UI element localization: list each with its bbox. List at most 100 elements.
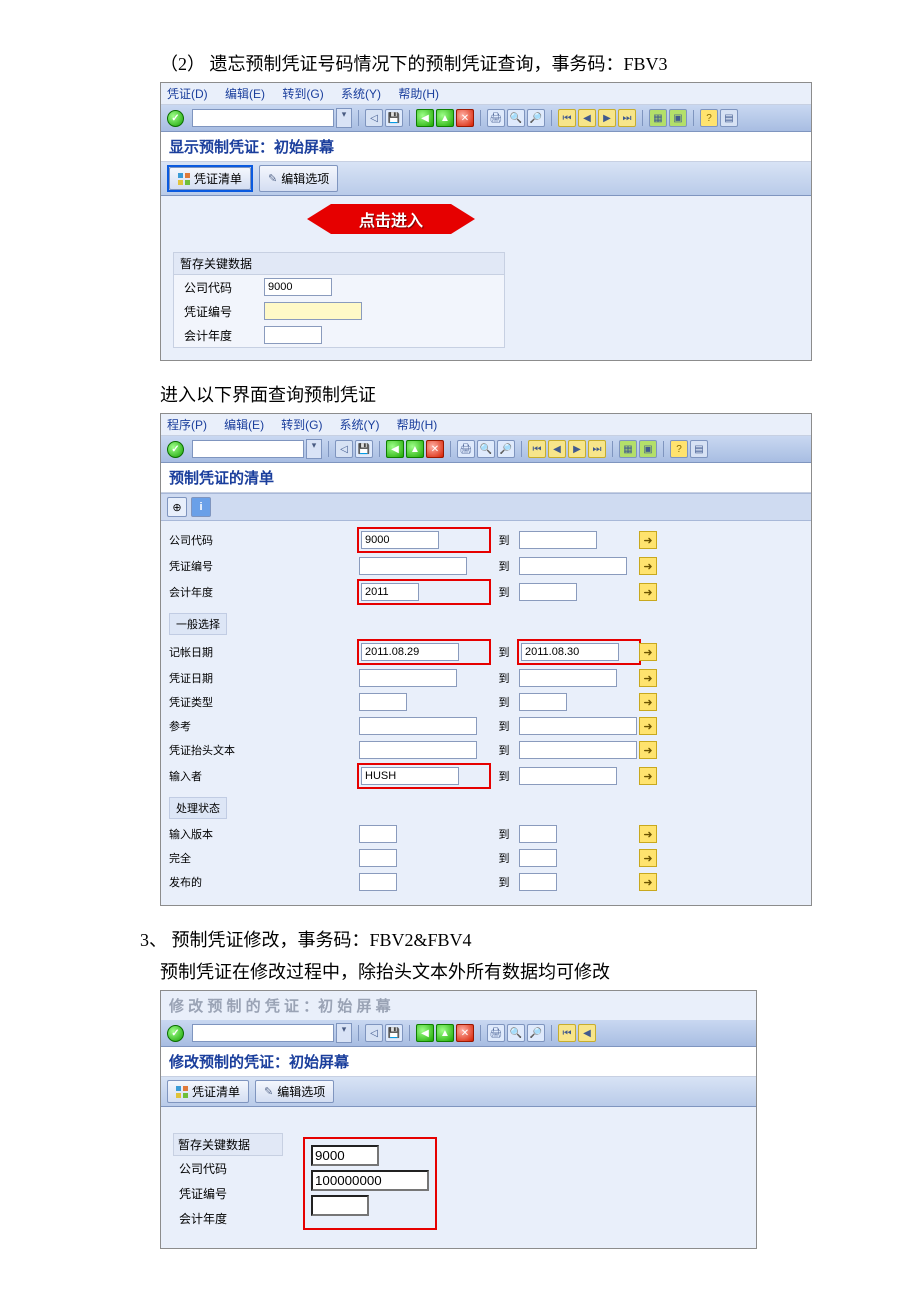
input-fiscal-year[interactable] bbox=[264, 326, 322, 344]
command-field[interactable] bbox=[192, 1024, 334, 1042]
input-reference-to[interactable] bbox=[519, 717, 637, 735]
next-page-icon[interactable]: ▶ bbox=[568, 440, 586, 458]
input-complete-from[interactable] bbox=[359, 849, 397, 867]
session-overview-icon[interactable]: ▦ bbox=[619, 440, 637, 458]
command-field[interactable] bbox=[192, 440, 304, 458]
multi-select-icon[interactable]: ➜ bbox=[639, 767, 657, 785]
input-doc-number-to[interactable] bbox=[519, 557, 627, 575]
command-dropdown-icon[interactable]: ▾ bbox=[336, 108, 352, 128]
input-posting-date-to[interactable] bbox=[521, 643, 619, 661]
menu-edit[interactable]: 编辑(E) bbox=[224, 418, 264, 432]
input-header-text-from[interactable] bbox=[359, 741, 477, 759]
input-doc-date-to[interactable] bbox=[519, 669, 617, 687]
input-complete-to[interactable] bbox=[519, 849, 557, 867]
input-company-code-to[interactable] bbox=[519, 531, 597, 549]
cancel-icon[interactable]: ✕ bbox=[426, 440, 444, 458]
find-icon[interactable]: 🔍 bbox=[477, 440, 495, 458]
enter-icon[interactable]: ✓ bbox=[167, 1025, 184, 1042]
back-icon[interactable]: ◀ bbox=[386, 440, 404, 458]
info-icon[interactable]: i bbox=[191, 497, 211, 517]
edit-options-button[interactable]: ✎ 编辑选项 bbox=[255, 1080, 334, 1103]
back-icon[interactable]: ◀ bbox=[416, 109, 434, 127]
multi-select-icon[interactable]: ➜ bbox=[639, 825, 657, 843]
enter-icon[interactable]: ✓ bbox=[167, 441, 184, 458]
multi-select-icon[interactable]: ➜ bbox=[639, 531, 657, 549]
help-icon[interactable]: ? bbox=[670, 440, 688, 458]
print-icon[interactable]: 🖨 bbox=[457, 440, 475, 458]
menu-help[interactable]: 帮助(H) bbox=[398, 87, 439, 101]
input-company-code[interactable] bbox=[264, 278, 332, 296]
multi-select-icon[interactable]: ➜ bbox=[639, 557, 657, 575]
input-doc-number[interactable] bbox=[311, 1170, 429, 1191]
prev-page-icon[interactable]: ◀ bbox=[578, 1024, 596, 1042]
input-entered-by-from[interactable] bbox=[361, 767, 459, 785]
prev-page-icon[interactable]: ◀ bbox=[578, 109, 596, 127]
input-version-from[interactable] bbox=[359, 825, 397, 843]
back-icon[interactable]: ◀ bbox=[416, 1024, 434, 1042]
new-session-icon[interactable]: ▣ bbox=[669, 109, 687, 127]
input-entered-by-to[interactable] bbox=[519, 767, 617, 785]
menu-goto[interactable]: 转到(G) bbox=[282, 87, 323, 101]
multi-select-icon[interactable]: ➜ bbox=[639, 583, 657, 601]
exit-icon[interactable]: ▲ bbox=[436, 109, 454, 127]
input-fiscal-year-to[interactable] bbox=[519, 583, 577, 601]
input-doc-type-from[interactable] bbox=[359, 693, 407, 711]
menu-goto[interactable]: 转到(G) bbox=[281, 418, 322, 432]
input-version-to[interactable] bbox=[519, 825, 557, 843]
new-session-icon[interactable]: ▣ bbox=[639, 440, 657, 458]
command-dropdown-icon[interactable]: ▾ bbox=[336, 1023, 352, 1043]
menu-program[interactable]: 程序(P) bbox=[167, 418, 207, 432]
find-icon[interactable]: 🔍 bbox=[507, 1024, 525, 1042]
exit-icon[interactable]: ▲ bbox=[436, 1024, 454, 1042]
save-icon[interactable]: 💾 bbox=[385, 1024, 403, 1042]
input-released-from[interactable] bbox=[359, 873, 397, 891]
enter-icon[interactable]: ✓ bbox=[167, 110, 184, 127]
find-next-icon[interactable]: 🔎 bbox=[527, 1024, 545, 1042]
last-page-icon[interactable]: ⏭ bbox=[588, 440, 606, 458]
menu-edit[interactable]: 编辑(E) bbox=[225, 87, 265, 101]
multi-select-icon[interactable]: ➜ bbox=[639, 669, 657, 687]
save-icon[interactable]: 💾 bbox=[385, 109, 403, 127]
prev-page-icon[interactable]: ◀ bbox=[548, 440, 566, 458]
input-reference-from[interactable] bbox=[359, 717, 477, 735]
multi-select-icon[interactable]: ➜ bbox=[639, 643, 657, 661]
first-page-icon[interactable]: ⏮ bbox=[558, 1024, 576, 1042]
cancel-icon[interactable]: ✕ bbox=[456, 109, 474, 127]
first-page-icon[interactable]: ⏮ bbox=[528, 440, 546, 458]
input-header-text-to[interactable] bbox=[519, 741, 637, 759]
input-doc-date-from[interactable] bbox=[359, 669, 457, 687]
layout-menu-icon[interactable]: ▤ bbox=[690, 440, 708, 458]
layout-menu-icon[interactable]: ▤ bbox=[720, 109, 738, 127]
multi-select-icon[interactable]: ➜ bbox=[639, 717, 657, 735]
print-icon[interactable]: 🖨 bbox=[487, 1024, 505, 1042]
exit-icon[interactable]: ▲ bbox=[406, 440, 424, 458]
save-icon[interactable]: 💾 bbox=[355, 440, 373, 458]
back-dim-icon[interactable]: ◁ bbox=[365, 109, 383, 127]
multi-select-icon[interactable]: ➜ bbox=[639, 849, 657, 867]
doc-list-button[interactable]: 凭证清单 bbox=[167, 1080, 249, 1103]
multi-select-icon[interactable]: ➜ bbox=[639, 873, 657, 891]
command-dropdown-icon[interactable]: ▾ bbox=[306, 439, 322, 459]
execute-icon[interactable]: ⊕ bbox=[167, 497, 187, 517]
input-posting-date-from[interactable] bbox=[361, 643, 459, 661]
find-icon[interactable]: 🔍 bbox=[507, 109, 525, 127]
cancel-icon[interactable]: ✕ bbox=[456, 1024, 474, 1042]
menu-system[interactable]: 系统(Y) bbox=[340, 418, 380, 432]
input-doc-type-to[interactable] bbox=[519, 693, 567, 711]
menu-document[interactable]: 凭证(D) bbox=[167, 87, 208, 101]
input-doc-number[interactable] bbox=[264, 302, 362, 320]
multi-select-icon[interactable]: ➜ bbox=[639, 741, 657, 759]
multi-select-icon[interactable]: ➜ bbox=[639, 693, 657, 711]
edit-options-button[interactable]: ✎ 编辑选项 bbox=[259, 165, 338, 192]
find-next-icon[interactable]: 🔎 bbox=[497, 440, 515, 458]
input-company-code-from[interactable] bbox=[361, 531, 439, 549]
input-fiscal-year-from[interactable] bbox=[361, 583, 419, 601]
print-icon[interactable]: 🖨 bbox=[487, 109, 505, 127]
menu-help[interactable]: 帮助(H) bbox=[397, 418, 438, 432]
input-fiscal-year[interactable] bbox=[311, 1195, 369, 1216]
input-released-to[interactable] bbox=[519, 873, 557, 891]
find-next-icon[interactable]: 🔎 bbox=[527, 109, 545, 127]
input-doc-number-from[interactable] bbox=[359, 557, 467, 575]
back-dim-icon[interactable]: ◁ bbox=[335, 440, 353, 458]
session-overview-icon[interactable]: ▦ bbox=[649, 109, 667, 127]
